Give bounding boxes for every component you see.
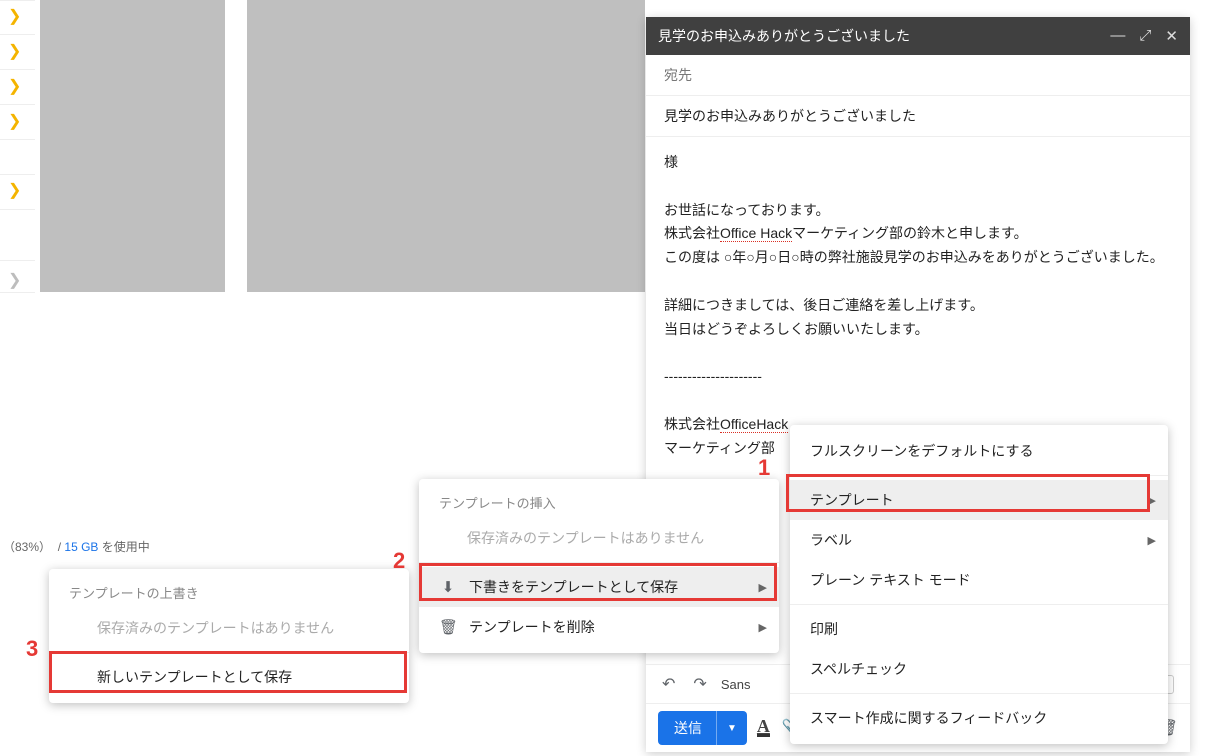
close-icon[interactable]: ✕ xyxy=(1165,27,1178,45)
menu-template[interactable]: テンプレート ▶ xyxy=(790,480,1168,520)
compose-overflow-menu: フルスクリーンをデフォルトにする テンプレート ▶ ラベル ▶ プレーン テキス… xyxy=(790,425,1168,744)
storage-usage: （83%） / 15 GB を使用中 xyxy=(3,538,150,555)
important-chevron-icon[interactable]: ❯ xyxy=(8,180,21,200)
important-chevron-icon[interactable]: ❯ xyxy=(8,6,21,26)
menu-save-draft-as-template[interactable]: ⬇ 下書きをテンプレートとして保存 ▶ xyxy=(419,567,779,607)
save-template-submenu: テンプレートの上書き 保存済みのテンプレートはありません 新しいテンプレートとし… xyxy=(49,569,409,703)
label-chevron-icon[interactable]: ❯ xyxy=(8,270,21,290)
save-icon: ⬇ xyxy=(439,578,457,596)
important-chevron-icon[interactable]: ❯ xyxy=(8,111,21,131)
overwrite-header: テンプレートの上書き xyxy=(49,575,409,608)
subject-field[interactable]: 見学のお申込みありがとうございました xyxy=(646,96,1190,137)
chevron-right-icon: ▶ xyxy=(759,581,767,594)
menu-spellcheck[interactable]: スペルチェック xyxy=(790,649,1168,689)
template-insert-header: テンプレートの挿入 xyxy=(419,485,779,518)
font-select[interactable]: Sans xyxy=(721,677,751,692)
menu-fullscreen-default[interactable]: フルスクリーンをデフォルトにする xyxy=(790,431,1168,471)
overwrite-none: 保存済みのテンプレートはありません xyxy=(49,608,409,648)
template-insert-none: 保存済みのテンプレートはありません xyxy=(419,518,779,558)
menu-print[interactable]: 印刷 xyxy=(790,609,1168,649)
attachment-thumb[interactable] xyxy=(40,0,225,292)
chevron-right-icon: ▶ xyxy=(1148,494,1156,507)
text-format-icon[interactable]: A xyxy=(757,719,770,736)
menu-label[interactable]: ラベル ▶ xyxy=(790,520,1168,560)
minimize-icon[interactable]: — xyxy=(1110,27,1125,45)
send-button[interactable]: 送信 ▼ xyxy=(658,711,747,745)
template-submenu: テンプレートの挿入 保存済みのテンプレートはありません ⬇ 下書きをテンプレート… xyxy=(419,479,779,653)
important-chevron-icon[interactable]: ❯ xyxy=(8,41,21,61)
menu-save-as-new-template[interactable]: 新しいテンプレートとして保存 xyxy=(49,657,409,697)
menu-smart-compose-feedback[interactable]: スマート作成に関するフィードバック xyxy=(790,698,1168,738)
redo-button[interactable]: ↷ xyxy=(689,670,710,698)
important-chevron-icon[interactable]: ❯ xyxy=(8,76,21,96)
trash-icon: 🗑 xyxy=(439,618,457,636)
attachment-thumb[interactable] xyxy=(247,0,645,292)
undo-button[interactable]: ↶ xyxy=(658,670,679,698)
compose-title: 見学のお申込みありがとうございました xyxy=(658,26,1110,46)
menu-plaintext[interactable]: プレーン テキスト モード xyxy=(790,560,1168,600)
recipients-field[interactable]: 宛先 xyxy=(646,55,1190,96)
chevron-right-icon: ▶ xyxy=(1148,534,1156,547)
menu-delete-template[interactable]: 🗑 テンプレートを削除 ▶ xyxy=(419,607,779,647)
chevron-right-icon: ▶ xyxy=(759,621,767,634)
storage-link[interactable]: 15 GB xyxy=(64,540,98,554)
left-gutter: ❯ ❯ ❯ ❯ ❯ ❯ xyxy=(0,0,35,756)
compose-header[interactable]: 見学のお申込みありがとうございました — ⤢ ✕ xyxy=(646,17,1190,55)
expand-icon[interactable]: ⤢ xyxy=(1139,27,1151,45)
send-dropdown[interactable]: ▼ xyxy=(716,711,747,745)
